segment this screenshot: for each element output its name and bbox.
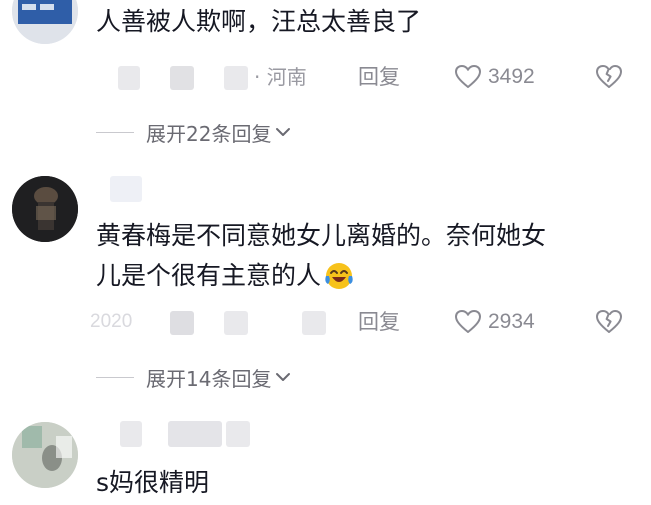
blurred-username bbox=[170, 66, 194, 90]
blurred-location bbox=[302, 311, 326, 335]
heart-icon bbox=[455, 310, 481, 333]
comment-line: 黄春梅是不同意她女儿离婚的。奈何她女 bbox=[96, 221, 547, 250]
comment-line: 儿是个很有主意的人 bbox=[96, 261, 322, 290]
commenter-avatar[interactable] bbox=[12, 0, 78, 44]
comment-meta-row: · 河南 回复 3492 bbox=[96, 62, 636, 92]
blurred-username bbox=[110, 176, 142, 202]
blurred-username bbox=[168, 421, 222, 447]
divider-line bbox=[96, 131, 134, 133]
like-button[interactable]: 3492 bbox=[454, 62, 535, 92]
expand-replies-button[interactable]: 展开22条回复 bbox=[96, 117, 291, 147]
heart-icon bbox=[455, 65, 481, 88]
chevron-down-icon bbox=[276, 128, 291, 136]
comment-text: 黄春梅是不同意她女儿离婚的。奈何她女 儿是个很有主意的人 bbox=[96, 216, 546, 296]
divider-line bbox=[96, 376, 134, 378]
blurred-username bbox=[120, 421, 142, 447]
date-label: 2020 bbox=[90, 311, 133, 332]
blurred-username bbox=[226, 421, 250, 447]
blurred-username bbox=[170, 311, 194, 335]
like-count: 3492 bbox=[488, 65, 535, 88]
like-button[interactable]: 2934 bbox=[454, 307, 535, 337]
blurred-username bbox=[118, 66, 140, 90]
avatar-image bbox=[12, 176, 78, 242]
blurred-date bbox=[224, 311, 248, 335]
comment-text: s妈很精明 bbox=[96, 463, 209, 503]
comment-text: 人善被人欺啊，汪总太善良了 bbox=[96, 2, 421, 42]
blurred-date bbox=[224, 66, 248, 90]
location-label: · 河南 bbox=[254, 65, 307, 89]
dislike-button[interactable] bbox=[594, 307, 624, 337]
broken-heart-icon bbox=[596, 310, 622, 333]
comment-line: s妈很精明 bbox=[96, 468, 210, 497]
dislike-button[interactable] bbox=[594, 62, 624, 92]
expand-replies-label: 展开14条回复 bbox=[146, 366, 272, 391]
chevron-down-icon bbox=[276, 373, 291, 381]
expand-replies-button[interactable]: 展开14条回复 bbox=[96, 362, 291, 392]
reply-button[interactable]: 回复 bbox=[358, 62, 400, 92]
broken-heart-icon bbox=[596, 65, 622, 88]
avatar-image bbox=[12, 422, 78, 488]
comment-meta-row: 2020 回复 2934 bbox=[90, 307, 636, 337]
expand-replies-label: 展开22条回复 bbox=[146, 121, 272, 146]
commenter-avatar[interactable] bbox=[12, 176, 78, 242]
avatar-image bbox=[12, 0, 78, 44]
comment-line: 人善被人欺啊，汪总太善良了 bbox=[96, 7, 422, 36]
like-count: 2934 bbox=[488, 310, 535, 333]
reply-button[interactable]: 回复 bbox=[358, 307, 400, 337]
laughing-tears-emoji bbox=[325, 263, 353, 289]
commenter-avatar[interactable] bbox=[12, 422, 78, 488]
